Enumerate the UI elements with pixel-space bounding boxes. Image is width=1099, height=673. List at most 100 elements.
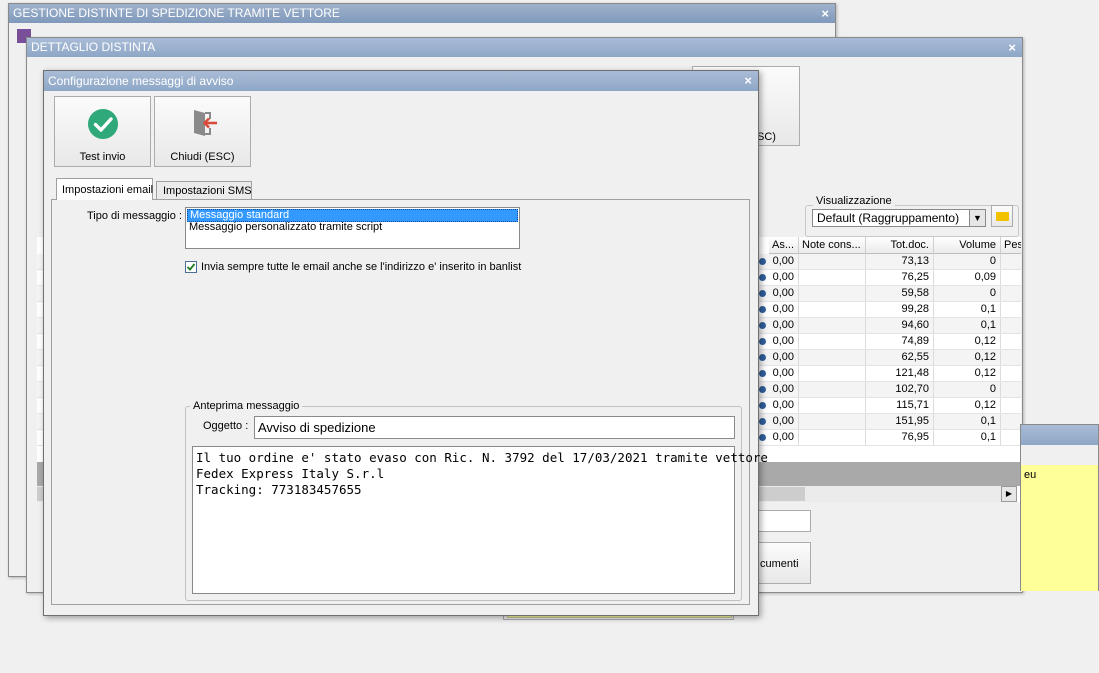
table-cell-as: 0,00 [769, 318, 799, 333]
visualizzazione-select-value: Default (Raggruppamento) [817, 211, 960, 225]
grid-header-vol[interactable]: Volume [934, 237, 1001, 254]
config-dialog-title: Configurazione messaggi di avviso [48, 74, 234, 88]
message-body-line-1: Il tuo ordine e' stato evaso con Ric. N.… [196, 450, 768, 465]
table-cell-vol: 0 [934, 254, 1001, 269]
table-cell-as: 0,00 [769, 270, 799, 285]
grid-header-pes[interactable]: Pes [1001, 237, 1021, 254]
tab-sms-label: Impostazioni SMS [163, 185, 252, 197]
table-cell-pes [1001, 430, 1021, 445]
message-type-list[interactable]: Messaggio standard Messaggio personalizz… [185, 207, 520, 249]
table-cell-tot: 99,28 [866, 302, 934, 317]
table-cell-note [799, 286, 866, 301]
grid-header-as[interactable]: As... [769, 237, 799, 254]
table-cell-as: 0,00 [769, 366, 799, 381]
table-cell-pes [1001, 350, 1021, 365]
message-type-option-script[interactable]: Messaggio personalizzato tramite script [189, 221, 382, 233]
detail-window-titlebar: DETTAGLIO DISTINTA × [27, 38, 1022, 57]
grid-header-note[interactable]: Note cons... [799, 237, 866, 254]
table-cell-vol: 0,12 [934, 398, 1001, 413]
message-type-option-standard-label: Messaggio standard [190, 209, 290, 221]
table-cell-tot: 151,95 [866, 414, 934, 429]
email-tab-page: Tipo di messaggio : Messaggio standard M… [51, 199, 768, 605]
table-cell-vol: 0 [934, 286, 1001, 301]
table-cell-as: 0,00 [769, 382, 799, 397]
back-window-close-icon[interactable]: × [821, 4, 829, 23]
table-cell-note [799, 350, 866, 365]
table-cell-note [799, 398, 866, 413]
message-body-field[interactable]: Il tuo ordine e' stato evaso con Ric. N.… [192, 446, 768, 594]
table-cell-note [799, 302, 866, 317]
table-cell-pes [1001, 254, 1021, 269]
visualizzazione-legend: Visualizzazione [813, 195, 895, 207]
table-cell-pes [1001, 302, 1021, 317]
chevron-down-icon[interactable]: ▼ [969, 210, 985, 226]
table-cell-as: 0,00 [769, 334, 799, 349]
table-cell-note [799, 254, 866, 269]
table-cell-pes [1001, 286, 1021, 301]
table-cell-note [799, 414, 866, 429]
side-panel-titlebar [1021, 425, 1098, 445]
table-cell-note [799, 366, 866, 381]
table-cell-vol: 0,12 [934, 366, 1001, 381]
table-cell-as: 0,00 [769, 350, 799, 365]
tab-email[interactable]: Impostazioni email [56, 178, 153, 200]
config-dialog-close-icon[interactable]: × [744, 71, 752, 90]
visualizzazione-select[interactable]: Default (Raggruppamento) ▼ [812, 209, 986, 227]
detail-window-close-icon[interactable]: × [1008, 38, 1016, 57]
message-type-option-script-label: Messaggio personalizzato tramite script [189, 221, 383, 233]
table-cell-tot: 59,58 [866, 286, 934, 301]
table-cell-as: 0,00 [769, 430, 799, 445]
table-cell-vol: 0,1 [934, 318, 1001, 333]
check-circle-icon [88, 109, 118, 139]
table-cell-pes [1001, 398, 1021, 413]
test-send-button[interactable]: Test invio [54, 96, 151, 167]
table-cell-pes [1001, 318, 1021, 333]
config-dialog-titlebar: Configurazione messaggi di avviso × [44, 71, 758, 91]
subject-field-value: Avviso di spedizione [258, 420, 376, 435]
tab-sms[interactable]: Impostazioni SMS [156, 181, 252, 200]
table-cell-note [799, 270, 866, 285]
table-cell-vol: 0 [934, 382, 1001, 397]
detail-window-title: DETTAGLIO DISTINTA [31, 40, 156, 54]
back-window-title: GESTIONE DISTINTE DI SPEDIZIONE TRAMITE … [13, 6, 340, 20]
table-cell-note [799, 318, 866, 333]
message-type-label: Tipo di messaggio : [87, 210, 182, 222]
banlist-checkbox-label: Invia sempre tutte le email anche se l'i… [201, 261, 522, 273]
side-panel-body: eu [1021, 465, 1098, 591]
subject-field[interactable]: Avviso di spedizione [254, 416, 735, 439]
table-cell-tot: 121,48 [866, 366, 934, 381]
folder-icon [996, 212, 1009, 221]
table-cell-vol: 0,1 [934, 302, 1001, 317]
table-cell-as: 0,00 [769, 414, 799, 429]
table-cell-vol: 0,09 [934, 270, 1001, 285]
folder-open-button[interactable] [991, 205, 1013, 227]
table-cell-vol: 0,1 [934, 414, 1001, 429]
table-cell-tot: 73,13 [866, 254, 934, 269]
table-cell-note [799, 430, 866, 445]
table-cell-pes [1001, 334, 1021, 349]
table-cell-pes [1001, 366, 1021, 381]
subject-label: Oggetto : [203, 420, 249, 432]
banlist-checkbox[interactable] [185, 261, 197, 273]
table-cell-tot: 115,71 [866, 398, 934, 413]
side-panel: eu [1020, 424, 1099, 591]
table-cell-note [799, 334, 866, 349]
documents-button-label: cumenti [760, 558, 799, 570]
table-cell-tot: 76,95 [866, 430, 934, 445]
grid-header-tot[interactable]: Tot.doc. [866, 237, 934, 254]
test-send-button-label: Test invio [79, 151, 126, 163]
table-cell-note [799, 382, 866, 397]
detail-close-button-label: SC) [757, 131, 776, 143]
table-cell-pes [1001, 414, 1021, 429]
close-esc-button-label: Chiudi (ESC) [170, 151, 235, 163]
table-cell-vol: 0,12 [934, 334, 1001, 349]
exit-door-icon [194, 110, 217, 136]
table-cell-pes [1001, 382, 1021, 397]
close-esc-button[interactable]: Chiudi (ESC) [154, 96, 251, 167]
table-cell-tot: 76,25 [866, 270, 934, 285]
checkmark-icon [186, 263, 196, 271]
message-body-line-3: Tracking: 773183457655 [196, 482, 362, 497]
table-cell-vol: 0,1 [934, 430, 1001, 445]
scroll-right-icon[interactable]: ▶ [1001, 486, 1017, 502]
table-cell-tot: 94,60 [866, 318, 934, 333]
